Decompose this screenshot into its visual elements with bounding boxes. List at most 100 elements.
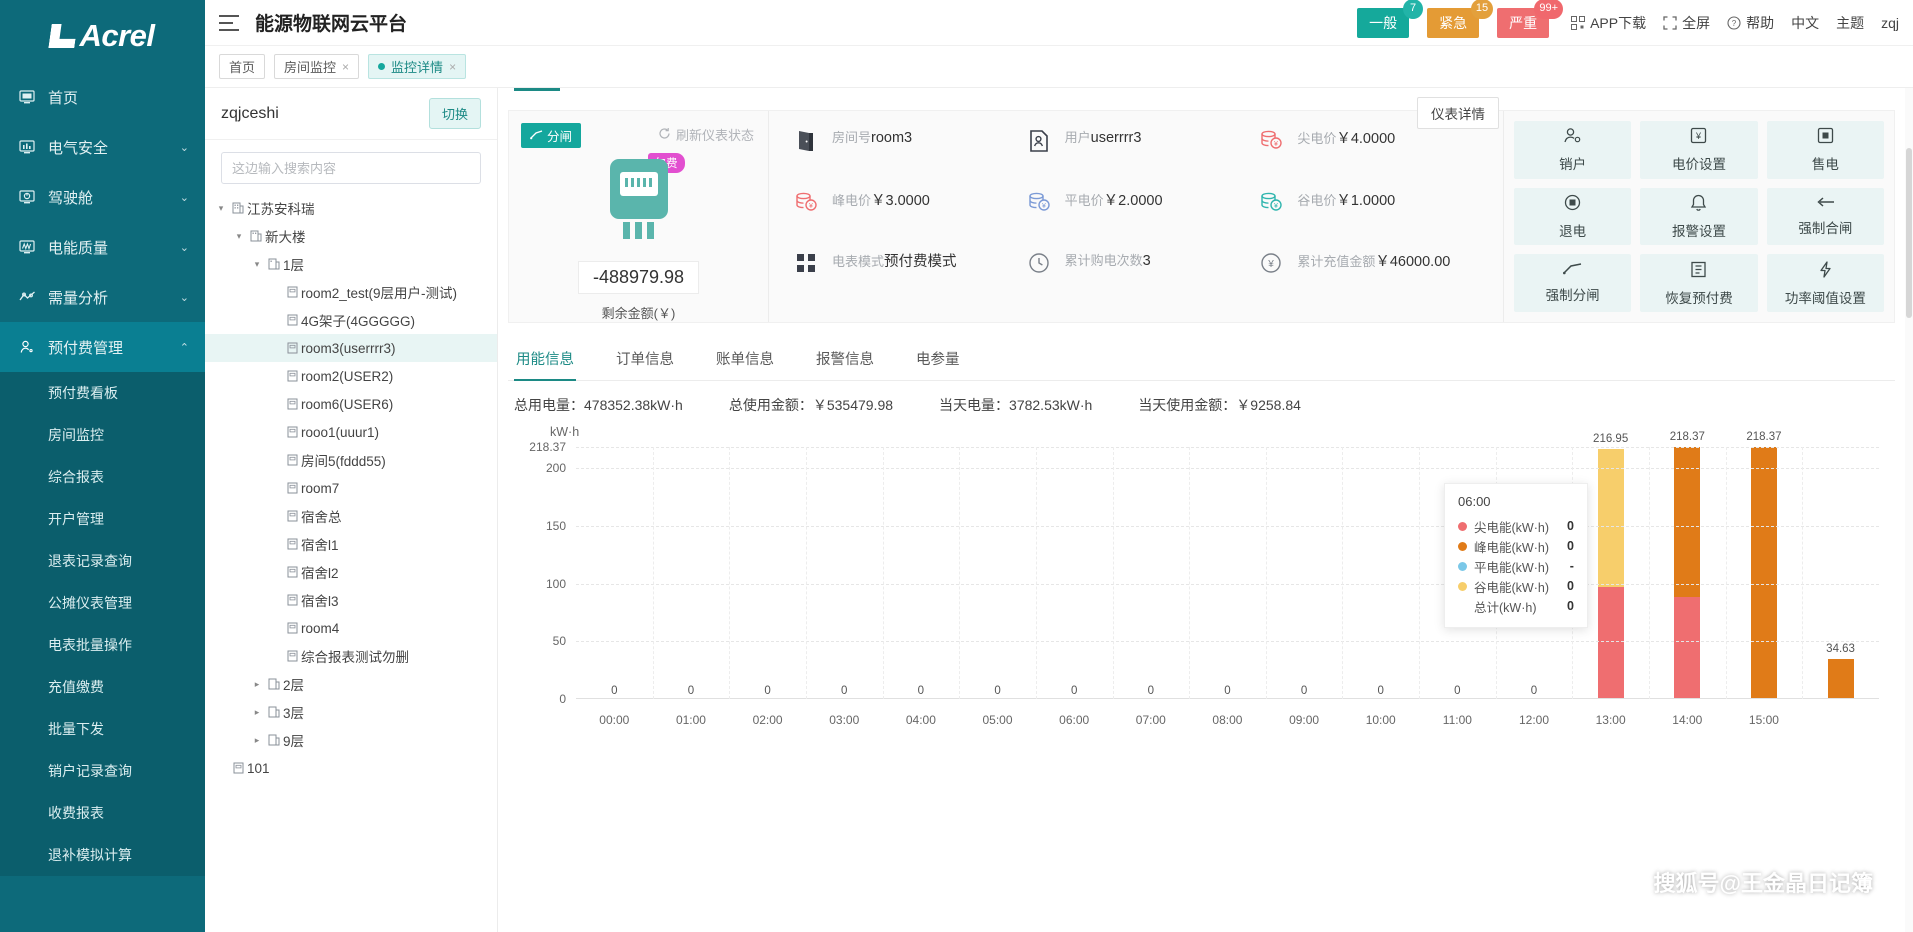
tree-node[interactable]: ▾ 新大楼	[205, 222, 497, 250]
tree-node[interactable]: ▾ 1层	[205, 250, 497, 278]
tooltip-row: 峰电能(kW·h) 0	[1458, 536, 1574, 556]
meter-detail-button[interactable]: 仪表详情	[1417, 97, 1499, 129]
tree-node[interactable]: ▸ 宿舍l2	[205, 558, 497, 586]
tree-node[interactable]: ▸ room2_test(9层用户-测试)	[205, 278, 497, 306]
logo[interactable]: Acrel	[0, 0, 205, 72]
page-scrollbar[interactable]	[1905, 88, 1913, 932]
sidebar-subitem-batch-dispatch[interactable]: 批量下发	[0, 708, 205, 750]
action-refund-power[interactable]: 退电	[1514, 188, 1631, 246]
sub-tab-electrical-params[interactable]: 电参量	[914, 339, 962, 380]
sidebar-subitem-meter-return-query[interactable]: 退表记录查询	[0, 540, 205, 582]
tree-node[interactable]: ▸ 宿舍l1	[205, 530, 497, 558]
tree-node[interactable]: ▸ 4G架子(4GGGGG)	[205, 306, 497, 334]
tree-list[interactable]: ▾ 江苏安科瑞 ▾ 新大楼 ▾ 1层 ▸	[205, 190, 497, 932]
sidebar-subitem-comprehensive-report[interactable]: 综合报表	[0, 456, 205, 498]
action-alarm-setting[interactable]: 报警设置	[1640, 188, 1757, 246]
tree-node[interactable]: ▸ 房间5(fddd55)	[205, 446, 497, 474]
tree-node[interactable]: ▸ 101	[205, 754, 497, 782]
chevron-down-icon[interactable]: ▾	[249, 259, 265, 270]
tree-node-selected[interactable]: ▸ room3(userrrr3)	[205, 334, 497, 362]
tab-room-monitor[interactable]: 房间监控 ×	[274, 54, 359, 79]
tree-node[interactable]: ▸ 综合报表测试勿删	[205, 642, 497, 670]
user-menu[interactable]: zqj	[1881, 15, 1899, 31]
fullscreen-button[interactable]: 全屏	[1663, 13, 1710, 33]
refresh-meter-status-button[interactable]: 刷新仪表状态	[658, 125, 754, 144]
chevron-right-icon[interactable]: ▸	[249, 735, 265, 746]
bar-slot[interactable]: 218.37	[1726, 447, 1803, 699]
bar-slot[interactable]: 34.63	[1802, 447, 1879, 699]
x-tick-label: 04:00	[883, 713, 960, 727]
search-input[interactable]	[221, 152, 481, 184]
bar-slot[interactable]	[1266, 447, 1343, 699]
bar-slot[interactable]	[1189, 447, 1266, 699]
action-cancel-account[interactable]: 销户	[1514, 121, 1631, 179]
action-force-close-breaker[interactable]: 强制合闸	[1767, 188, 1884, 246]
sidebar-subitem-charge-report[interactable]: 收费报表	[0, 792, 205, 834]
bar-slot[interactable]	[959, 447, 1036, 699]
app-download-button[interactable]: APP下载	[1571, 13, 1646, 33]
tab-home[interactable]: 首页	[219, 54, 265, 79]
tree-node[interactable]: ▸ rooo1(uuur1)	[205, 418, 497, 446]
bar-slot[interactable]	[653, 447, 730, 699]
energy-bar-chart[interactable]: kW·h 050100150200218.37 216.95218.37218.…	[514, 425, 1889, 735]
bar-slot[interactable]	[729, 447, 806, 699]
close-icon[interactable]: ×	[342, 60, 349, 74]
sidebar-subitem-prepaid-board[interactable]: 预付费看板	[0, 372, 205, 414]
action-restore-prepaid[interactable]: 恢复预付费	[1640, 254, 1757, 312]
chevron-right-icon[interactable]: ▸	[249, 679, 265, 690]
chevron-down-icon[interactable]: ▾	[213, 203, 229, 214]
tree-node[interactable]: ▸ room4	[205, 614, 497, 642]
tree-node[interactable]: ▸ room6(USER6)	[205, 390, 497, 418]
alarm-general[interactable]: 一般 7	[1357, 8, 1409, 38]
sidebar-subitem-recharge[interactable]: 充值缴费	[0, 666, 205, 708]
bar-slot[interactable]: 218.37	[1649, 447, 1726, 699]
action-power-threshold-setting[interactable]: 功率阈值设置	[1767, 254, 1884, 312]
tree-node[interactable]: ▸ 3层	[205, 698, 497, 726]
bar-slot[interactable]	[883, 447, 960, 699]
alarm-severe[interactable]: 严重 99+	[1497, 8, 1549, 38]
sub-tab-alarm-info[interactable]: 报警信息	[814, 339, 876, 380]
tree-node[interactable]: ▾ 江苏安科瑞	[205, 194, 497, 222]
breaker-status-badge[interactable]: 分闸	[521, 123, 581, 148]
sidebar-item-power-quality[interactable]: 电能质量 ⌄	[0, 222, 205, 272]
close-icon[interactable]: ×	[449, 60, 456, 74]
sidebar-subitem-refund-simulation[interactable]: 退补模拟计算	[0, 834, 205, 876]
bar-slot[interactable]	[576, 447, 653, 699]
tree-node[interactable]: ▸ room7	[205, 474, 497, 502]
bar-slot[interactable]	[1342, 447, 1419, 699]
bar-slot[interactable]	[806, 447, 883, 699]
tab-monitor-detail[interactable]: 监控详情 ×	[368, 54, 466, 79]
sidebar-subitem-meter-batch-operation[interactable]: 电表批量操作	[0, 624, 205, 666]
sidebar-item-cockpit[interactable]: 驾驶舱 ⌄	[0, 172, 205, 222]
action-sell-power[interactable]: 售电	[1767, 121, 1884, 179]
tree-node[interactable]: ▸ 宿舍总	[205, 502, 497, 530]
sub-tab-order-info[interactable]: 订单信息	[614, 339, 676, 380]
sub-tab-energy-info[interactable]: 用能信息	[514, 339, 576, 380]
sidebar-item-prepaid-management[interactable]: 预付费管理 ⌃	[0, 322, 205, 372]
chevron-down-icon[interactable]: ▾	[231, 231, 247, 242]
action-force-open-breaker[interactable]: 强制分闸	[1514, 254, 1631, 312]
tree-node[interactable]: ▸ 2层	[205, 670, 497, 698]
sidebar-subitem-shared-meter-management[interactable]: 公摊仪表管理	[0, 582, 205, 624]
alarm-urgent[interactable]: 紧急 15	[1427, 8, 1479, 38]
chevron-right-icon[interactable]: ▸	[249, 707, 265, 718]
bar-slot[interactable]	[1112, 447, 1189, 699]
sidebar-item-demand-analysis[interactable]: 需量分析 ⌄	[0, 272, 205, 322]
sidebar-item-electrical-safety[interactable]: 电气安全 ⌄	[0, 122, 205, 172]
sidebar-subitem-cancel-record-query[interactable]: 销户记录查询	[0, 750, 205, 792]
help-button[interactable]: ? 帮助	[1727, 13, 1774, 33]
bar-value-label: 218.37	[1670, 431, 1705, 443]
language-button[interactable]: 中文	[1791, 13, 1819, 33]
bar-slot[interactable]	[1036, 447, 1113, 699]
sidebar-item-home[interactable]: 首页	[0, 72, 205, 122]
menu-toggle-icon[interactable]	[219, 15, 239, 31]
tree-node[interactable]: ▸ 9层	[205, 726, 497, 754]
sidebar-subitem-room-monitor[interactable]: 房间监控	[0, 414, 205, 456]
tree-node[interactable]: ▸ room2(USER2)	[205, 362, 497, 390]
sub-tab-bill-info[interactable]: 账单信息	[714, 339, 776, 380]
action-price-setting[interactable]: ¥ 电价设置	[1640, 121, 1757, 179]
switch-button[interactable]: 切换	[429, 98, 481, 129]
sidebar-subitem-account-management[interactable]: 开户管理	[0, 498, 205, 540]
theme-button[interactable]: 主题	[1836, 13, 1864, 33]
tree-node[interactable]: ▸ 宿舍l3	[205, 586, 497, 614]
